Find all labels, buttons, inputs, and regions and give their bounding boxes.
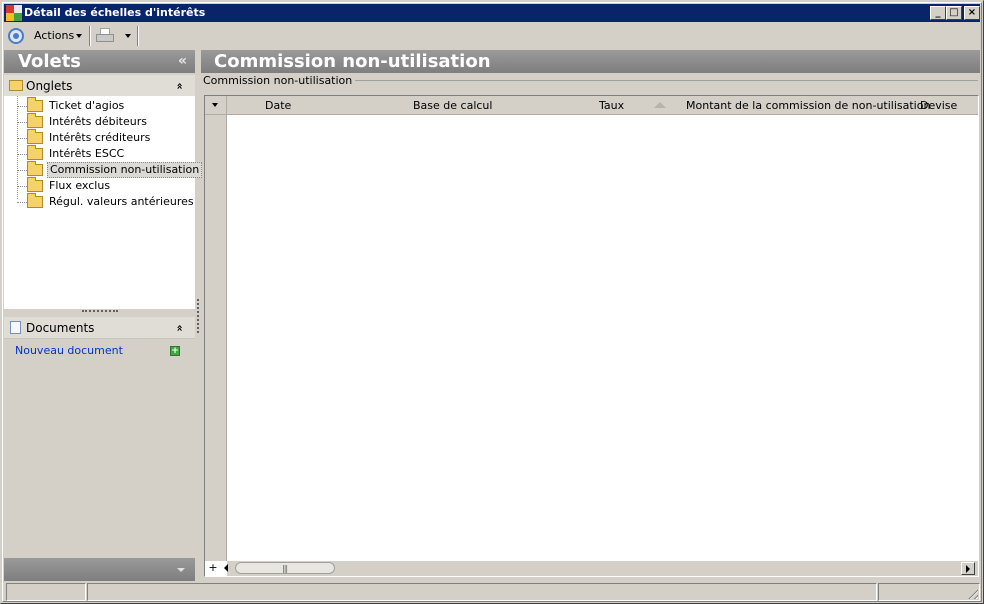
add-document-icon[interactable]: +	[170, 346, 180, 356]
column-header-taux[interactable]: Taux	[599, 96, 624, 115]
application-window: Détail des échelles d'intérêts _ □ × Act…	[0, 0, 984, 604]
documents-area: Nouveau document +	[4, 340, 195, 556]
folder-icon	[27, 145, 43, 160]
actions-menu-button[interactable]: Actions	[34, 28, 83, 44]
page-title: Commission non-utilisation	[201, 50, 980, 73]
app-icon	[6, 5, 22, 21]
chevron-down-icon	[212, 103, 218, 107]
scroll-left-arrow-icon[interactable]	[221, 562, 233, 575]
open-folder-icon	[27, 161, 43, 176]
title-bar[interactable]: Détail des échelles d'intérêts _ □ ×	[4, 4, 980, 22]
grid-horizontal-scrollbar[interactable]: + |||	[208, 561, 978, 576]
chevron-down-icon[interactable]	[177, 568, 185, 572]
tree-item-label: Ticket d'agios	[49, 99, 125, 112]
status-pane-left	[6, 583, 86, 601]
window-title: Détail des échelles d'intérêts	[24, 6, 206, 19]
printer-icon[interactable]	[96, 28, 114, 44]
add-row-button[interactable]: +	[207, 562, 219, 574]
scrollbar-thumb[interactable]: |||	[235, 562, 335, 574]
collapse-group-icon[interactable]: «	[168, 324, 190, 331]
volets-title: Volets	[18, 51, 82, 72]
column-chooser-button[interactable]	[205, 96, 227, 115]
tree-item-label: Intérêts créditeurs	[49, 131, 151, 144]
navigation-pane-footer[interactable]	[4, 558, 195, 581]
collapse-group-icon[interactable]: «	[168, 82, 190, 89]
close-button[interactable]: ×	[964, 6, 980, 20]
toolbar-separator	[137, 26, 139, 46]
folder-icon	[27, 97, 43, 112]
toolbar-separator	[89, 26, 91, 46]
column-header-base-de-calcul[interactable]: Base de calcul	[413, 96, 492, 115]
status-pane-main	[87, 583, 877, 601]
row-indicator-column	[205, 115, 227, 561]
folder-icon	[9, 80, 23, 91]
collapse-pane-icon[interactable]: «	[178, 50, 187, 73]
chevron-down-icon	[76, 34, 83, 38]
actions-label: Actions	[34, 29, 75, 42]
folder-icon	[27, 193, 43, 208]
group-box-line	[331, 80, 978, 81]
scrollbar-grip: |||	[282, 564, 288, 573]
tree-item-label: Régul. valeurs antérieures	[49, 195, 194, 208]
tree-item-label: Intérêts ESCC	[49, 147, 125, 160]
folder-icon	[27, 129, 43, 144]
column-header-date[interactable]: Date	[265, 96, 291, 115]
navigation-circle-icon[interactable]	[8, 28, 24, 44]
group-box-caption: Commission non-utilisation	[203, 74, 356, 87]
toolbar: Actions	[4, 24, 980, 48]
documents-title: Documents	[26, 321, 95, 335]
minimize-button[interactable]: _	[930, 6, 946, 20]
commission-grid[interactable]: Date Base de calcul Taux Montant de la c…	[204, 95, 979, 577]
onglets-group-header[interactable]: Onglets «	[4, 75, 195, 97]
document-icon	[10, 321, 21, 334]
folder-icon	[27, 177, 43, 192]
documents-group-header[interactable]: Documents «	[4, 317, 195, 339]
new-document-link[interactable]: Nouveau document	[15, 344, 123, 357]
tree-connector	[17, 96, 18, 199]
tree-item-label: Flux exclus	[49, 179, 111, 192]
tabs-tree: Ticket d'agios Intérêts débiteurs Intérê…	[4, 96, 203, 309]
folder-icon	[27, 113, 43, 128]
vertical-splitter-handle[interactable]	[197, 299, 199, 333]
onglets-title: Onglets	[26, 79, 73, 93]
column-header-montant-commission[interactable]: Montant de la commission de non-utilisat…	[686, 96, 930, 115]
maximize-button[interactable]: □	[946, 6, 962, 20]
tree-item-label: Intérêts débiteurs	[49, 115, 147, 128]
column-header-devise[interactable]: Devise	[920, 96, 957, 115]
navigation-pane: Volets « Onglets « Ticket d'agios Intérê…	[4, 50, 203, 581]
sort-ascending-icon	[654, 102, 666, 108]
print-dropdown-chevron-icon[interactable]	[125, 34, 131, 38]
status-bar	[4, 583, 980, 601]
volets-header: Volets «	[4, 50, 195, 73]
horizontal-splitter-handle[interactable]	[82, 310, 118, 313]
grid-header: Date Base de calcul Taux Montant de la c…	[205, 96, 978, 115]
status-pane-right	[878, 583, 980, 601]
tree-item-label: Commission non-utilisation	[47, 162, 203, 178]
scroll-right-arrow-icon[interactable]	[961, 562, 975, 575]
